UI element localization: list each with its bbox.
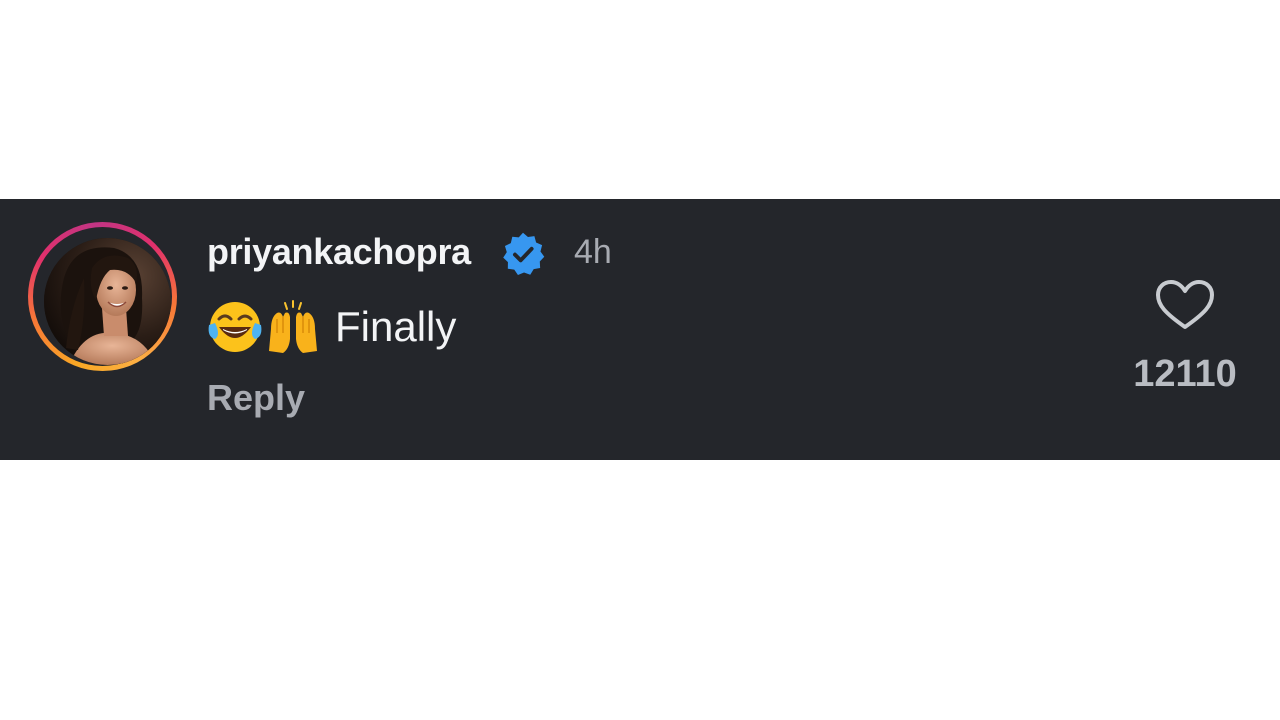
- raising-hands-icon: [269, 300, 317, 353]
- avatar[interactable]: [44, 238, 171, 365]
- comment-body: Finally: [207, 299, 456, 355]
- avatar-ring-gap: [33, 227, 172, 366]
- comment-timestamp: 4h: [574, 233, 612, 271]
- verified-badge-icon: [503, 232, 545, 276]
- avatar-story-ring[interactable]: [28, 222, 177, 371]
- reply-button[interactable]: Reply: [207, 377, 305, 419]
- face-with-tears-of-joy-icon: [208, 302, 262, 352]
- comment-text: Finally: [335, 303, 457, 350]
- like-count: 12110: [1133, 353, 1237, 395]
- comment-card: priyankachopra 4h Finally Reply 12110: [0, 199, 1280, 460]
- comment-username[interactable]: priyankachopra: [207, 231, 471, 273]
- avatar-photo: [44, 238, 171, 365]
- heart-outline-icon[interactable]: [1155, 279, 1215, 331]
